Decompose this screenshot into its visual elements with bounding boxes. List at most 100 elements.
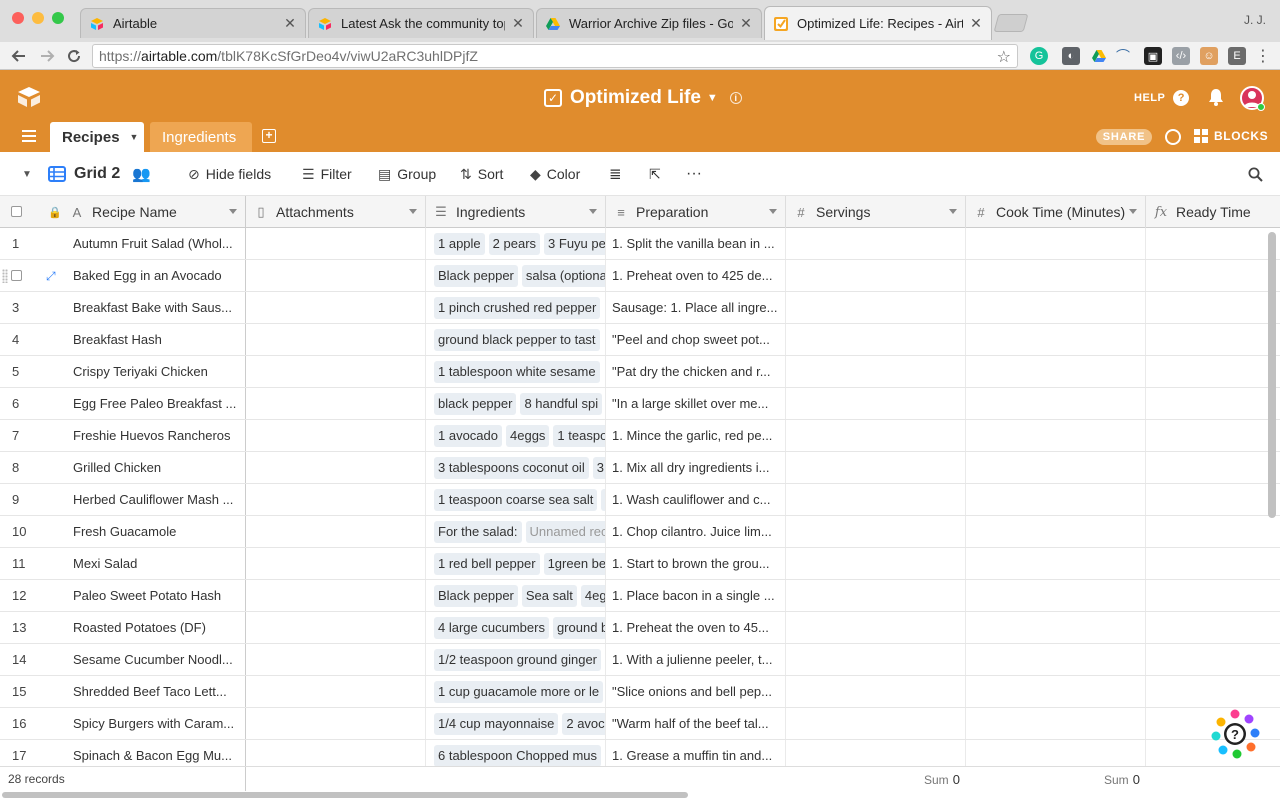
new-tab-button[interactable] xyxy=(993,14,1029,32)
preparation-cell[interactable]: "Slice onions and bell pep... xyxy=(606,676,786,707)
recipe-name-cell[interactable]: Sesame Cucumber Noodl... xyxy=(62,644,246,675)
recipe-name-cell[interactable]: Herbed Cauliflower Mash ... xyxy=(62,484,246,515)
drive-extension-icon[interactable] xyxy=(1090,47,1108,65)
cook-time-cell[interactable] xyxy=(966,580,1146,611)
attachments-cell[interactable] xyxy=(246,420,426,451)
ingredients-cell[interactable]: 1/2 teaspoon ground ginger xyxy=(426,644,606,675)
ingredient-pill[interactable]: 4 large cucumbers xyxy=(434,616,549,639)
preparation-cell[interactable]: 1. With a julienne peeler, t... xyxy=(606,644,786,675)
blocks-button[interactable]: BLOCKS xyxy=(1194,129,1268,143)
ingredients-cell[interactable]: 1 pinch crushed red pepper xyxy=(426,292,606,323)
ingredient-pill[interactable]: Black pepper xyxy=(434,584,518,607)
ingredients-cell[interactable]: 6 tablespoon Chopped mus xyxy=(426,740,606,766)
table-row[interactable]: 4 Breakfast Hash ground black pepper to ta… xyxy=(0,324,1280,356)
cook-time-cell[interactable] xyxy=(966,324,1146,355)
preparation-cell[interactable]: Sausage: 1. Place all ingre... xyxy=(606,292,786,323)
browser-profile-name[interactable]: J. J. xyxy=(1244,13,1266,27)
reload-icon[interactable] xyxy=(63,45,85,67)
table-row[interactable]: 3 Breakfast Bake with Saus... 1 pinch crus… xyxy=(0,292,1280,324)
cook-time-cell[interactable] xyxy=(966,676,1146,707)
servings-cell[interactable] xyxy=(786,324,966,355)
table-row[interactable]: 9 Herbed Cauliflower Mash ... 1 teaspoon c… xyxy=(0,484,1280,516)
ingredient-pill[interactable]: 1 tablespoon white sesame xyxy=(434,360,600,383)
view-switcher[interactable]: Grid 2 xyxy=(48,152,120,196)
browser-tab-2[interactable]: Latest Ask the community topi ✕ xyxy=(308,8,534,38)
servings-cell[interactable] xyxy=(786,516,966,547)
back-arrow-icon[interactable] xyxy=(8,45,30,67)
cook-time-cell[interactable] xyxy=(966,548,1146,579)
cook-time-cell[interactable] xyxy=(966,420,1146,451)
table-row[interactable]: 5 Crispy Teriyaki Chicken 1 tablespoon whi… xyxy=(0,356,1280,388)
hide-fields-button[interactable]: ⊘ Hide fields xyxy=(188,152,271,196)
preparation-cell[interactable]: 1. Mince the garlic, red pe... xyxy=(606,420,786,451)
preparation-cell[interactable]: "Peel and chop sweet pot... xyxy=(606,324,786,355)
recipe-name-cell[interactable]: Roasted Potatoes (DF) xyxy=(62,612,246,643)
browser-tab-active[interactable]: Optimized Life: Recipes - Airta ✕ xyxy=(764,6,992,40)
recipe-name-cell[interactable]: Spinach & Bacon Egg Mu... xyxy=(62,740,246,766)
attachments-cell[interactable] xyxy=(246,644,426,675)
ingredients-cell[interactable]: 1 teaspoon coarse sea salt1 xyxy=(426,484,606,515)
ingredient-pill[interactable]: Unnamed rec xyxy=(525,520,605,543)
select-all-checkbox[interactable] xyxy=(11,206,22,217)
filter-button[interactable]: ☰ Filter xyxy=(302,152,352,196)
recipe-name-cell[interactable]: Egg Free Paleo Breakfast ... xyxy=(62,388,246,419)
close-tab-icon[interactable]: ✕ xyxy=(511,15,525,32)
preparation-cell[interactable]: "In a large skillet over me... xyxy=(606,388,786,419)
column-header-preparation[interactable]: ≡ Preparation xyxy=(606,196,786,228)
ingredient-pill[interactable]: 3 Fuyu pe xyxy=(544,232,605,255)
ingredient-pill[interactable]: ground b xyxy=(552,616,605,639)
attachments-cell[interactable] xyxy=(246,516,426,547)
ingredient-pill[interactable]: 1 teaspoon coarse sea salt xyxy=(434,488,598,511)
table-row[interactable]: 11 Mexi Salad 1 red bell pepper 1green be 1.… xyxy=(0,548,1280,580)
table-row[interactable]: 8 Grilled Chicken 3 tablespoons coconut oi… xyxy=(0,452,1280,484)
drag-handle-icon[interactable] xyxy=(2,269,8,283)
window-extension-icon[interactable]: ▣ xyxy=(1144,47,1162,65)
expand-record-icon[interactable]: ⤢ xyxy=(46,269,58,283)
cook-time-cell[interactable] xyxy=(966,452,1146,483)
column-header-cook-time[interactable]: # Cook Time (Minutes) xyxy=(966,196,1146,228)
table-row[interactable]: 16 Spicy Burgers with Caram... 1/4 cup may… xyxy=(0,708,1280,740)
notifications-bell-icon[interactable] xyxy=(1208,88,1224,106)
code-extension-icon[interactable]: ‹/› xyxy=(1172,47,1190,65)
servings-cell[interactable] xyxy=(786,548,966,579)
recipe-name-cell[interactable]: Crispy Teriyaki Chicken xyxy=(62,356,246,387)
more-options-icon[interactable]: ··· xyxy=(686,152,702,196)
ready-time-cell[interactable] xyxy=(1146,260,1280,291)
attachments-cell[interactable] xyxy=(246,452,426,483)
ingredient-pill[interactable]: 1green be xyxy=(543,552,605,575)
recipe-name-cell[interactable]: Paleo Sweet Potato Hash xyxy=(62,580,246,611)
group-button[interactable]: ▤ Group xyxy=(378,152,436,196)
ingredients-cell[interactable]: Black pepper salsa (optiona xyxy=(426,260,606,291)
table-row[interactable]: 10 Fresh Guacamole For the salad: Unnamed r… xyxy=(0,516,1280,548)
chevron-down-icon[interactable] xyxy=(949,209,957,214)
attachments-cell[interactable] xyxy=(246,356,426,387)
share-view-icon[interactable]: ⇱ xyxy=(649,152,661,196)
close-tab-icon[interactable]: ✕ xyxy=(283,15,297,32)
recipe-name-cell[interactable]: Spicy Burgers with Caram... xyxy=(62,708,246,739)
ingredient-pill[interactable]: salsa (optiona xyxy=(521,264,605,287)
ready-time-cell[interactable] xyxy=(1146,676,1280,707)
recipe-name-cell[interactable]: Autumn Fruit Salad (Whol... xyxy=(62,228,246,259)
table-row[interactable]: 14 Sesame Cucumber Noodl... 1/2 teaspoon g… xyxy=(0,644,1280,676)
forward-arrow-icon[interactable] xyxy=(36,45,58,67)
ready-time-cell[interactable] xyxy=(1146,580,1280,611)
chevron-down-icon[interactable] xyxy=(1129,209,1137,214)
color-button[interactable]: ◆ Color xyxy=(530,152,580,196)
ingredient-pill[interactable]: 4eg xyxy=(580,584,605,607)
cook-time-cell[interactable] xyxy=(966,740,1146,766)
preparation-cell[interactable]: 1. Preheat the oven to 45... xyxy=(606,612,786,643)
cook-time-cell[interactable] xyxy=(966,708,1146,739)
row-height-icon[interactable]: ≣ xyxy=(609,152,622,196)
hamburger-menu-icon[interactable] xyxy=(22,130,36,142)
attachments-cell[interactable] xyxy=(246,260,426,291)
window-minimize-button[interactable] xyxy=(32,12,44,24)
servings-cell[interactable] xyxy=(786,452,966,483)
cook-time-summary[interactable]: Sum 0 xyxy=(924,772,960,787)
ingredients-cell[interactable]: 1 tablespoon white sesame xyxy=(426,356,606,387)
ready-time-cell[interactable] xyxy=(1146,356,1280,387)
ingredients-cell[interactable]: ground black pepper to tast xyxy=(426,324,606,355)
collaborators-icon[interactable]: 👥 xyxy=(132,152,151,196)
attachments-cell[interactable] xyxy=(246,580,426,611)
servings-cell[interactable] xyxy=(786,228,966,259)
attachments-cell[interactable] xyxy=(246,676,426,707)
